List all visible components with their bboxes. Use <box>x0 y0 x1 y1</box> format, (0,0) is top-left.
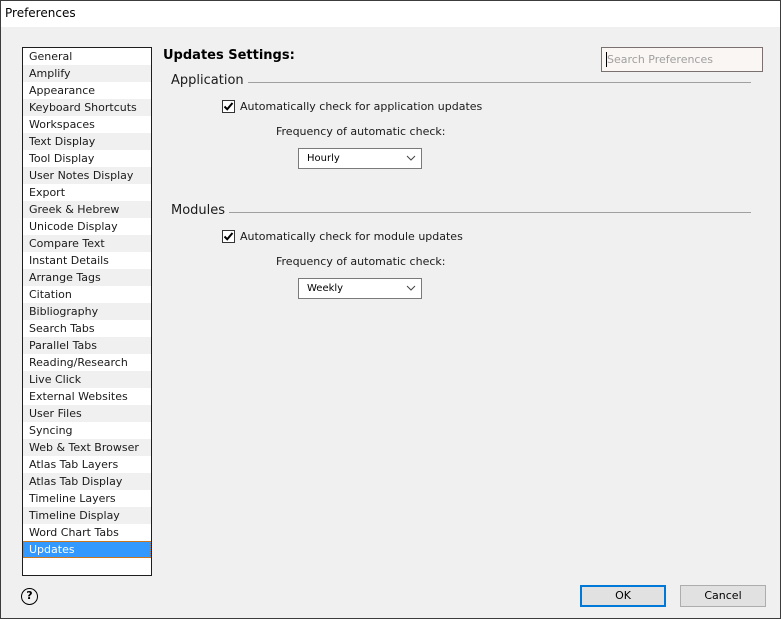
modules-group-title: Modules <box>171 203 230 218</box>
sidebar-item-workspaces[interactable]: Workspaces <box>23 116 151 133</box>
application-group-divider <box>171 82 751 83</box>
sidebar-item-user-notes-display[interactable]: User Notes Display <box>23 167 151 184</box>
application-updates-label: Automatically check for application upda… <box>240 100 483 113</box>
sidebar-item-atlas-tab-layers[interactable]: Atlas Tab Layers <box>23 456 151 473</box>
chevron-down-icon <box>406 155 416 161</box>
modules-frequency-select[interactable]: Weekly <box>298 278 422 299</box>
sidebar-item-compare-text[interactable]: Compare Text <box>23 235 151 252</box>
search-preferences-input[interactable] <box>601 47 763 72</box>
module-updates-checkbox-row[interactable]: Automatically check for module updates <box>222 230 463 243</box>
application-updates-checkbox[interactable] <box>222 100 235 113</box>
sidebar-item-parallel-tabs[interactable]: Parallel Tabs <box>23 337 151 354</box>
modules-frequency-label: Frequency of automatic check: <box>276 255 446 268</box>
chevron-down-icon <box>406 285 416 291</box>
sidebar-item-general[interactable]: General <box>23 48 151 65</box>
sidebar-item-amplify[interactable]: Amplify <box>23 65 151 82</box>
sidebar-item-word-chart-tabs[interactable]: Word Chart Tabs <box>23 524 151 541</box>
application-group-title: Application <box>171 73 248 88</box>
sidebar-item-appearance[interactable]: Appearance <box>23 82 151 99</box>
help-icon[interactable]: ? <box>21 588 38 605</box>
modules-frequency-value: Weekly <box>307 283 344 294</box>
sidebar-item-arrange-tags[interactable]: Arrange Tags <box>23 269 151 286</box>
sidebar-item-citation[interactable]: Citation <box>23 286 151 303</box>
preferences-window: Preferences General Amplify Appearance Keyb… <box>0 0 781 619</box>
sidebar-item-keyboard-shortcuts[interactable]: Keyboard Shortcuts <box>23 99 151 116</box>
module-updates-checkbox[interactable] <box>222 230 235 243</box>
sidebar-item-unicode-display[interactable]: Unicode Display <box>23 218 151 235</box>
window-title: Preferences <box>5 6 76 20</box>
sidebar-item-live-click[interactable]: Live Click <box>23 371 151 388</box>
checkmark-icon <box>223 232 234 241</box>
sidebar-item-web-text-browser[interactable]: Web & Text Browser <box>23 439 151 456</box>
sidebar-item-greek-hebrew[interactable]: Greek & Hebrew <box>23 201 151 218</box>
sidebar-item-bibliography[interactable]: Bibliography <box>23 303 151 320</box>
sidebar-item-reading-research[interactable]: Reading/Research <box>23 354 151 371</box>
sidebar-item-search-tabs[interactable]: Search Tabs <box>23 320 151 337</box>
sidebar-item-atlas-tab-display[interactable]: Atlas Tab Display <box>23 473 151 490</box>
sidebar-item-export[interactable]: Export <box>23 184 151 201</box>
application-frequency-select[interactable]: Hourly <box>298 148 422 169</box>
modules-group-divider <box>171 212 751 213</box>
page-title: Updates Settings: <box>163 48 295 63</box>
sidebar-item-timeline-display[interactable]: Timeline Display <box>23 507 151 524</box>
sidebar-item-tool-display[interactable]: Tool Display <box>23 150 151 167</box>
sidebar-item-syncing[interactable]: Syncing <box>23 422 151 439</box>
sidebar-item-external-websites[interactable]: External Websites <box>23 388 151 405</box>
cancel-button[interactable]: Cancel <box>680 585 766 607</box>
preferences-category-list[interactable]: General Amplify Appearance Keyboard Shortcu… <box>22 47 152 576</box>
sidebar-item-instant-details[interactable]: Instant Details <box>23 252 151 269</box>
ok-button[interactable]: OK <box>580 585 666 607</box>
checkmark-icon <box>223 102 234 111</box>
text-caret <box>606 52 607 67</box>
application-updates-checkbox-row[interactable]: Automatically check for application upda… <box>222 100 482 113</box>
application-frequency-label: Frequency of automatic check: <box>276 125 446 138</box>
application-frequency-value: Hourly <box>307 153 340 164</box>
sidebar-item-text-display[interactable]: Text Display <box>23 133 151 150</box>
sidebar-item-user-files[interactable]: User Files <box>23 405 151 422</box>
title-bar: Preferences <box>1 1 780 27</box>
sidebar-item-timeline-layers[interactable]: Timeline Layers <box>23 490 151 507</box>
sidebar-item-updates[interactable]: Updates <box>23 541 151 558</box>
module-updates-label: Automatically check for module updates <box>240 230 463 243</box>
